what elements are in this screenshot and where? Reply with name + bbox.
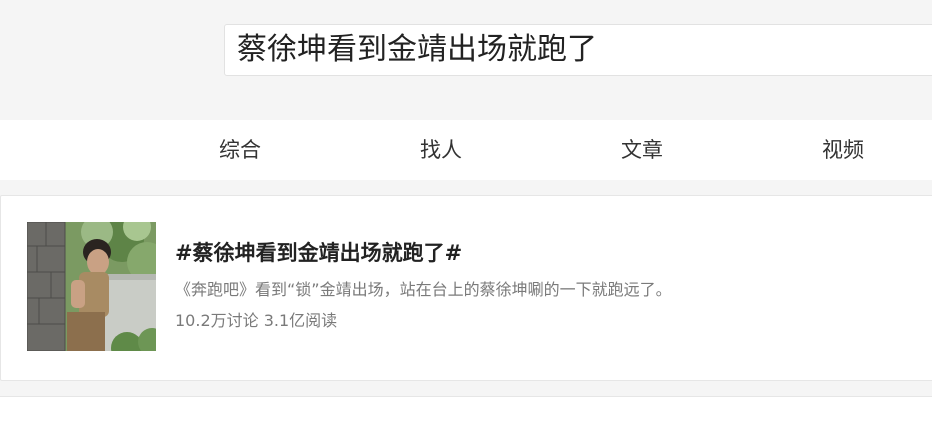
topic-description: 《奔跑吧》看到“锁”金靖出场，站在台上的蔡徐坤唰的一下就跑远了。 <box>175 280 672 299</box>
tab-comprehensive[interactable]: 综合 <box>219 137 261 163</box>
topic-thumbnail[interactable] <box>27 222 156 351</box>
topic-result-card[interactable]: #蔡徐坤看到金靖出场就跑了# 《奔跑吧》看到“锁”金靖出场，站在台上的蔡徐坤唰的… <box>0 195 932 381</box>
tab-videos[interactable]: 视频 <box>822 137 864 163</box>
search-query-text[interactable]: 蔡徐坤看到金靖出场就跑了 <box>237 33 597 67</box>
next-section-area <box>0 397 932 425</box>
search-tabs: 综合 找人 文章 视频 <box>0 120 932 180</box>
search-input[interactable]: 蔡徐坤看到金靖出场就跑了 <box>224 24 932 76</box>
tab-people[interactable]: 找人 <box>420 137 462 163</box>
topic-stats: 10.2万讨论 3.1亿阅读 <box>175 311 338 330</box>
search-header: 蔡徐坤看到金靖出场就跑了 <box>0 0 932 120</box>
video-still-thumbnail-icon <box>27 222 156 351</box>
tab-articles[interactable]: 文章 <box>621 137 663 163</box>
topic-title[interactable]: #蔡徐坤看到金靖出场就跑了# <box>175 240 462 266</box>
